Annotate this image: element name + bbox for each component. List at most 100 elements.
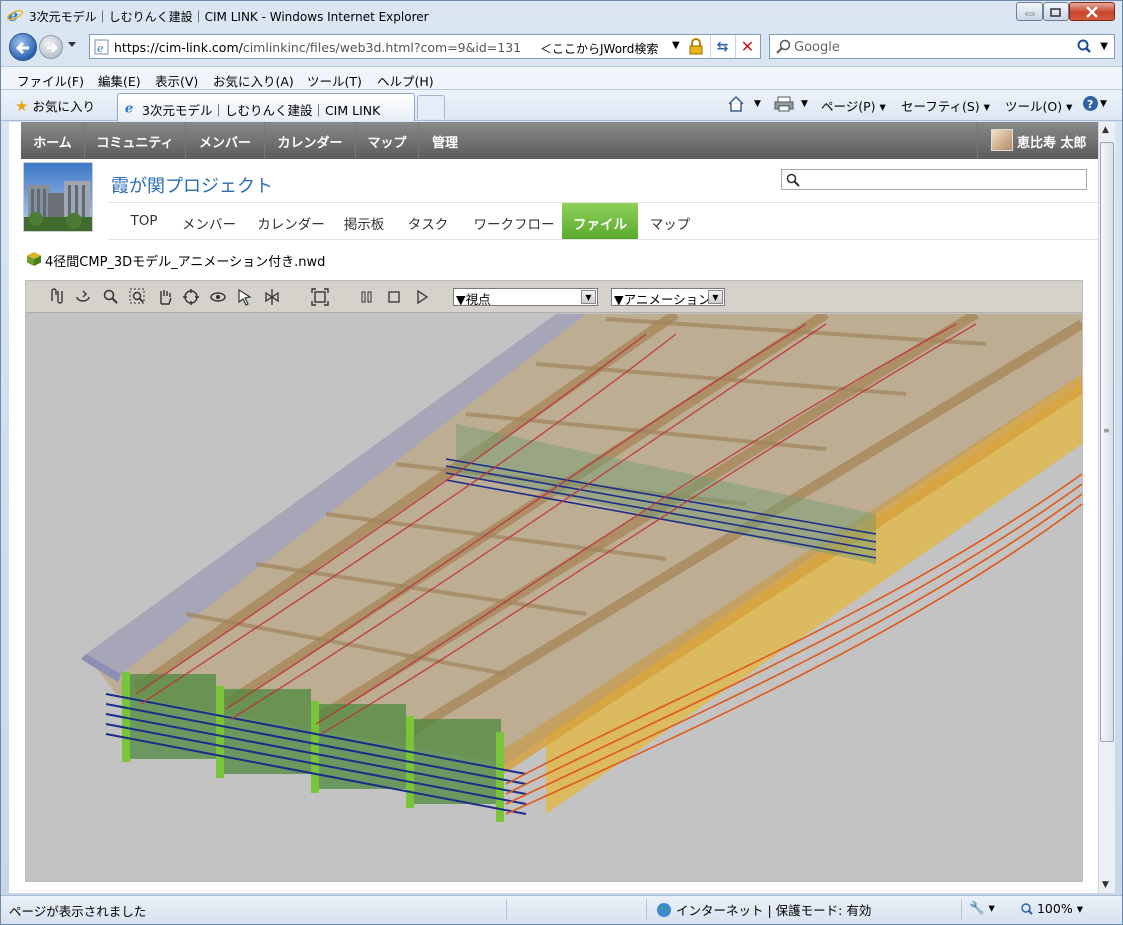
bridge-3d-model[interactable] — [26, 314, 1082, 881]
project-title[interactable]: 霞が関プロジェクト — [111, 172, 273, 198]
menu-favorites[interactable]: お気に入り(A) — [213, 71, 294, 90]
address-bar[interactable]: e https://cim-link.com/cimlinkinc/files/… — [89, 34, 761, 59]
scroll-thumb[interactable] — [1100, 142, 1114, 742]
star-icon: ★ — [15, 97, 29, 115]
window-title: 3次元モデル｜しむりんく建設｜CIM LINK - Windows Intern… — [29, 10, 429, 24]
look-around-icon[interactable] — [209, 288, 227, 306]
menu-file[interactable]: ファイル(F) — [17, 71, 84, 90]
select-icon[interactable] — [236, 288, 254, 306]
pop-up-blocker-icon[interactable]: 🔧 ▾ — [969, 900, 995, 916]
maximize-button[interactable] — [1043, 2, 1069, 21]
zoom-icon[interactable] — [102, 288, 120, 306]
lock-icon[interactable] — [688, 38, 704, 55]
tab-top[interactable]: TOP — [109, 203, 179, 239]
url-path: cimlinkinc/files/web3d.html?com=9&id=131 — [242, 40, 522, 55]
search-placeholder: Google — [794, 40, 840, 55]
avatar — [991, 129, 1013, 151]
favorites-button[interactable]: ★ お気に入り — [15, 96, 95, 115]
site-nav-calendar[interactable]: カレンダー — [265, 122, 356, 159]
scroll-up-icon[interactable]: ▲ — [1102, 125, 1109, 135]
page-icon: e — [94, 39, 109, 55]
globe-icon — [657, 903, 671, 917]
stop-icon[interactable] — [385, 288, 403, 306]
pause-icon[interactable] — [358, 288, 376, 306]
minimize-button[interactable] — [1016, 2, 1043, 21]
jword-dropdown-icon[interactable]: ▼ — [672, 40, 680, 51]
site-nav-home[interactable]: ホーム — [21, 122, 85, 159]
tab-tasks[interactable]: タスク — [403, 203, 453, 239]
forward-button[interactable] — [39, 35, 63, 59]
print-dropdown-icon[interactable]: ▼ — [801, 99, 808, 109]
search-icon[interactable] — [1076, 38, 1092, 54]
security-zone-label: インターネット | 保護モード: 有効 — [675, 903, 872, 918]
viewpoint-select-value: ▼視点 — [456, 292, 491, 306]
vertical-scrollbar[interactable]: ▲ ≡ ▼ — [1098, 122, 1115, 893]
jword-search-label: ＜ここからJWord検索 — [540, 42, 659, 56]
animation-select[interactable]: ▼アニメーション ▼ — [611, 288, 725, 306]
menu-edit[interactable]: 編集(E) — [98, 71, 141, 90]
back-button[interactable] — [9, 33, 37, 61]
site-nav-admin[interactable]: 管理 — [419, 122, 471, 159]
play-icon[interactable] — [413, 288, 431, 306]
turntable-icon[interactable] — [182, 288, 200, 306]
security-zone[interactable]: インターネット | 保護モード: 有効 — [656, 900, 871, 919]
section-icon[interactable] — [263, 288, 281, 306]
orbit-icon[interactable] — [74, 288, 92, 306]
viewpoint-select[interactable]: ▼視点 ▼ — [453, 288, 598, 306]
scroll-grip-icon: ≡ — [1103, 426, 1110, 435]
search-box[interactable]: Google ▼ — [769, 34, 1115, 59]
tab-bulletin[interactable]: 掲示板 — [339, 203, 389, 239]
url-text[interactable]: https://cim-link.com/cimlinkinc/files/we… — [114, 40, 521, 55]
safety-menu[interactable]: セーフティ(S) ▾ — [901, 96, 990, 115]
tab-map[interactable]: マップ — [645, 203, 695, 239]
stop-icon[interactable]: ✕ — [735, 35, 759, 58]
menu-view[interactable]: 表示(V) — [155, 71, 198, 90]
close-button[interactable] — [1069, 2, 1115, 21]
recent-pages-dropdown-icon[interactable] — [67, 41, 77, 49]
tab-members[interactable]: メンバー — [179, 203, 239, 239]
tools-menu-label: ツール(O) — [1005, 99, 1063, 114]
animation-select-value: ▼アニメーション — [614, 292, 711, 306]
pan-icon[interactable] — [156, 288, 174, 306]
chevron-down-icon: ▼ — [581, 290, 596, 304]
fit-view-icon[interactable] — [311, 288, 329, 306]
viewer-toolbar: ▼視点 ▼ ▼アニメーション ▼ — [26, 281, 1082, 313]
status-text: ページが表示されました — [9, 904, 147, 919]
zoom-level[interactable]: 100% ▾ — [1021, 901, 1083, 916]
favorites-label: お気に入り — [32, 99, 95, 114]
file-name: 4径間CMP_3Dモデル_アニメーション付き.nwd — [45, 255, 326, 270]
site-nav-map[interactable]: マップ — [356, 122, 419, 159]
url-host: https://cim-link.com/ — [114, 40, 243, 55]
ie-logo-icon: e — [7, 7, 23, 23]
refresh-icon[interactable]: ⇆ — [710, 35, 734, 58]
search-options-dropdown-icon[interactable]: ▼ — [1100, 41, 1108, 52]
svg-text:e: e — [125, 101, 133, 114]
home-dropdown-icon[interactable]: ▼ — [754, 99, 761, 109]
menu-tools[interactable]: ツール(T) — [307, 71, 362, 90]
tab-current[interactable]: e 3次元モデル｜しむりんく建設｜CIM LINK — [117, 93, 415, 121]
building-photo-icon — [24, 163, 92, 231]
print-icon[interactable] — [774, 95, 794, 113]
help-icon[interactable]: ? — [1082, 95, 1099, 112]
new-tab-button[interactable] — [417, 95, 445, 119]
home-icon[interactable] — [727, 95, 745, 113]
3d-viewer[interactable]: ▼視点 ▼ ▼アニメーション ▼ — [25, 280, 1083, 882]
page-menu[interactable]: ページ(P) ▾ — [821, 96, 886, 115]
scroll-down-icon[interactable]: ▼ — [1102, 880, 1109, 890]
zoom-icon — [1021, 903, 1033, 915]
site-nav-members[interactable]: メンバー — [186, 122, 265, 159]
site-nav-community[interactable]: コミュニティ — [85, 122, 186, 159]
user-menu[interactable]: 恵比寿 太郎 — [977, 122, 1098, 159]
tab-calendar[interactable]: カレンダー — [251, 203, 331, 239]
tab-workflow[interactable]: ワークフロー — [469, 203, 559, 239]
menu-help[interactable]: ヘルプ(H) — [377, 71, 434, 90]
project-search-input[interactable] — [781, 169, 1087, 190]
back-arrow-icon — [15, 41, 29, 55]
walk-icon[interactable] — [48, 288, 66, 306]
safety-menu-label: セーフティ(S) — [901, 99, 980, 114]
help-dropdown-icon[interactable]: ▼ — [1100, 99, 1107, 109]
tab-files[interactable]: ファイル — [562, 203, 638, 239]
tools-menu[interactable]: ツール(O) ▾ — [1005, 96, 1072, 115]
zoom-window-icon[interactable] — [129, 288, 147, 306]
zoom-value: 100% — [1036, 901, 1073, 916]
